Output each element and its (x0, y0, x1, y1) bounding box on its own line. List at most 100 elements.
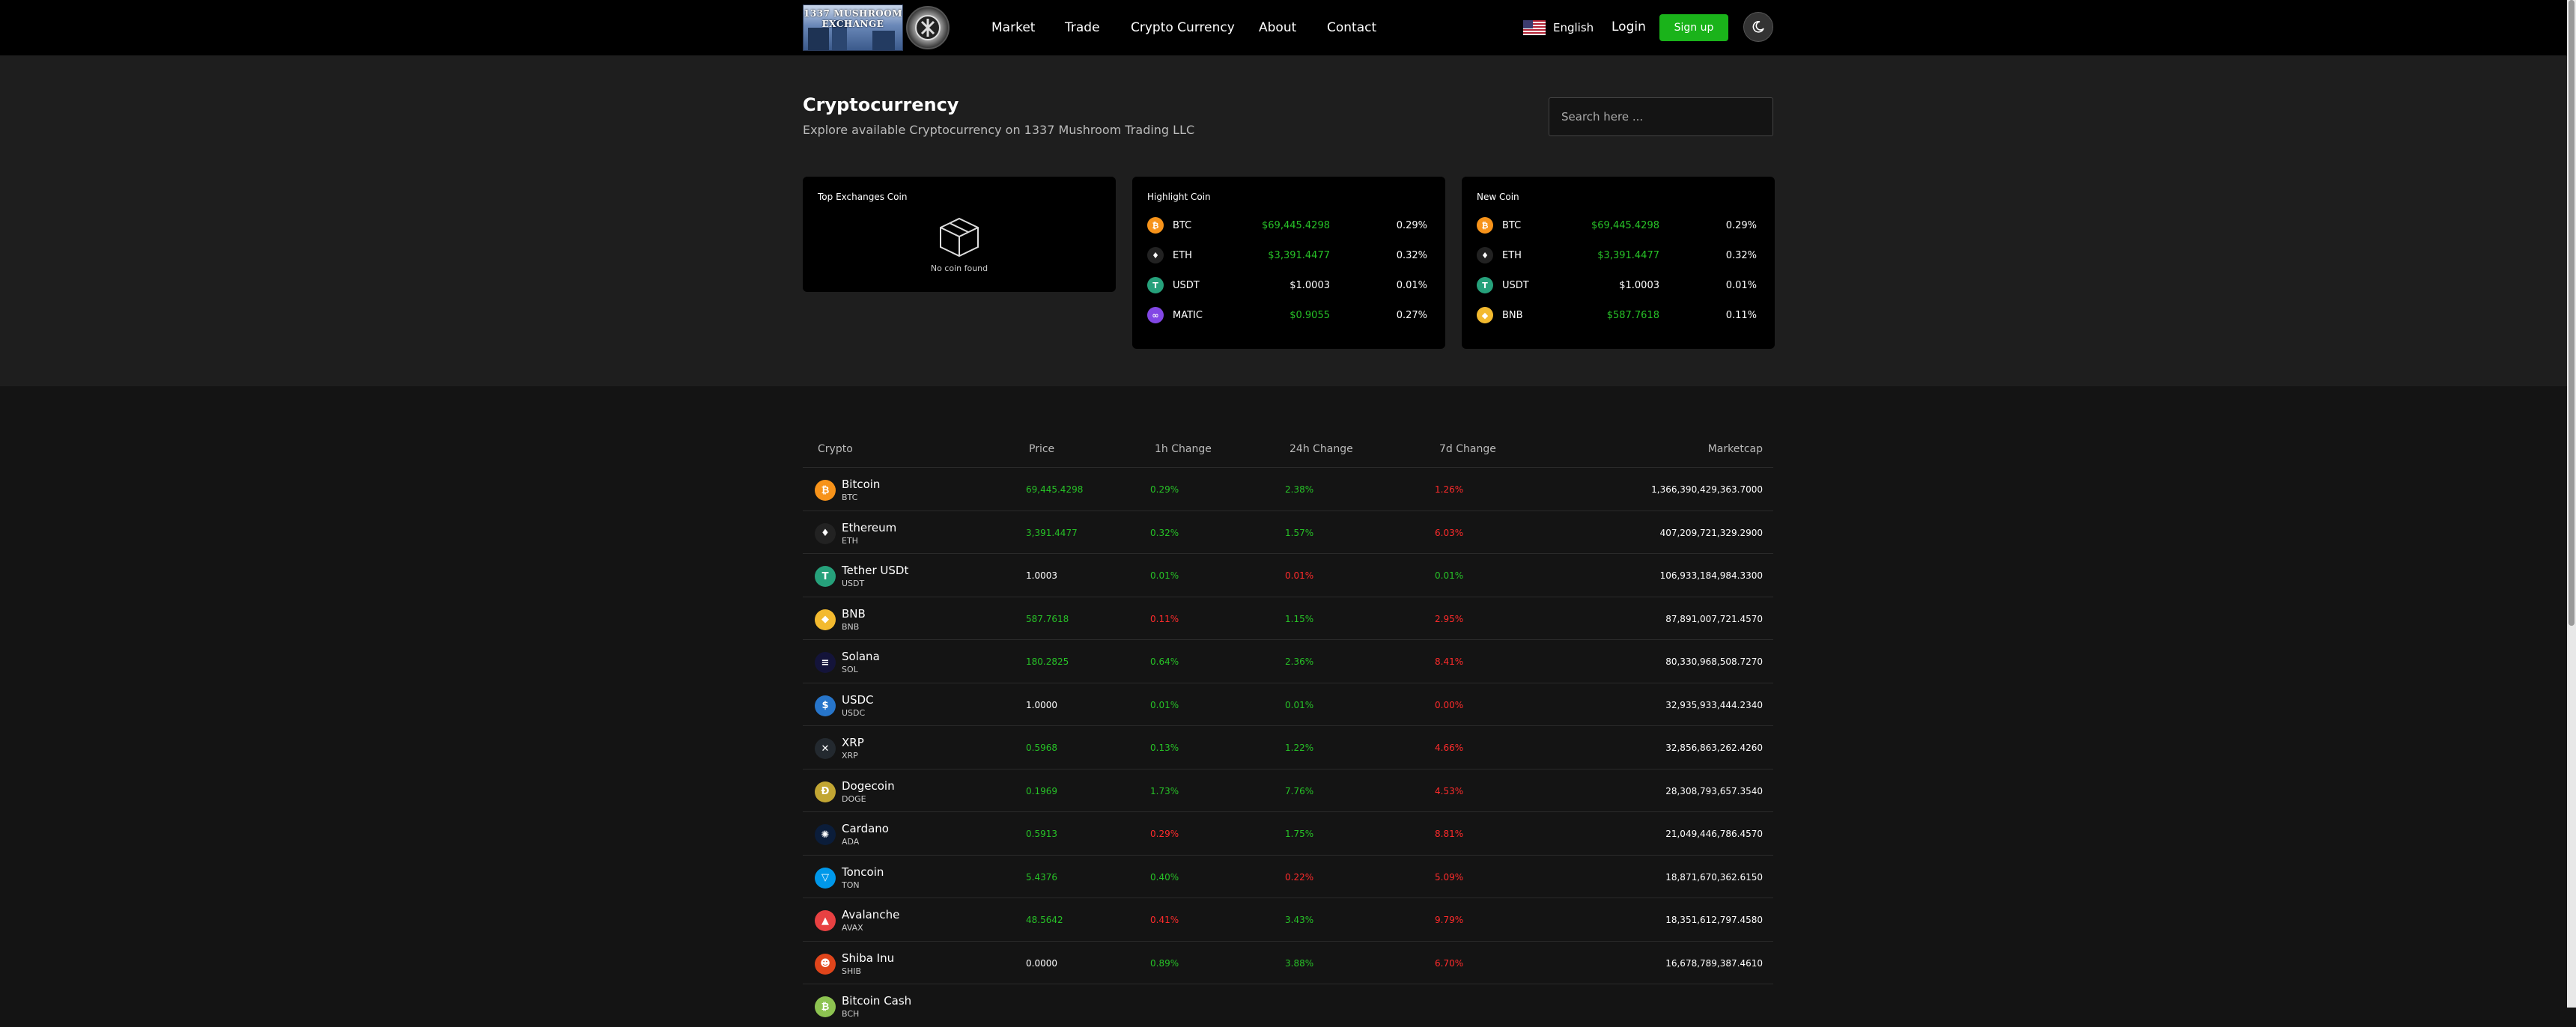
coin-row[interactable]: T USDT $1.0003 0.01% (1477, 275, 1757, 295)
col-24h-change[interactable]: 24h Change (1289, 443, 1353, 455)
nav-crypto-currency[interactable]: Crypto Currency (1131, 20, 1235, 35)
coin-name[interactable]: Bitcoin Cash (842, 994, 911, 1008)
marketcap-cell: 21,049,446,786.4570 (1665, 829, 1763, 839)
coin-icon: ▲ (815, 910, 836, 931)
coin-row[interactable]: ♦ ETH $3,391.4477 0.32% (1477, 246, 1757, 265)
logo-text: 1337 MUSHROOM EXCHANGE (804, 8, 902, 29)
coin-row[interactable]: ₿ BTC $69,445.4298 0.29% (1147, 216, 1427, 235)
change-7d-cell: 8.81% (1435, 829, 1464, 839)
coin-symbol: USDC (842, 707, 866, 718)
coin-icon: $ (815, 695, 836, 716)
coin-row[interactable]: ₿ BTC $69,445.4298 0.29% (1477, 216, 1757, 235)
coin-symbol: BTC (1173, 219, 1192, 231)
table-row[interactable]: Ð Dogecoin DOGE 0.1969 1.73% 7.76% 4.53% 28,308… (803, 768, 1773, 812)
coin-symbol: USDT (842, 579, 865, 588)
coin-symbol: ETH (1173, 249, 1192, 261)
coin-name[interactable]: USDC (842, 693, 874, 707)
coin-change: 0.32% (1396, 249, 1427, 261)
change-1h-cell: 0.40% (1150, 871, 1179, 883)
signup-button[interactable]: Sign up (1659, 14, 1728, 41)
table-row[interactable]: ▲ Avalanche AVAX 48.5642 0.41% 3.43% 9.79% 18,3… (803, 898, 1773, 941)
change-7d-cell: 0.01% (1435, 570, 1464, 581)
col-price[interactable]: Price (1029, 443, 1054, 455)
table-row[interactable]: ▽ Toncoin TON 5.4376 0.40% 0.22% 5.09% 18,871,6… (803, 854, 1773, 898)
coin-price: $587.7618 (1606, 309, 1659, 321)
coin-row[interactable]: ∞ MATIC $0.9055 0.27% (1147, 305, 1427, 325)
coin-name[interactable]: Avalanche (842, 908, 899, 921)
coin-row[interactable]: T USDT $1.0003 0.01% (1147, 275, 1427, 295)
coin-name[interactable]: Solana (842, 650, 880, 663)
theme-toggle-button[interactable] (1743, 12, 1773, 42)
coin-price: $0.9055 (1289, 309, 1330, 321)
price-cell: 587.7618 (1026, 613, 1069, 624)
table-row[interactable]: ✕ XRP XRP 0.5968 0.13% 1.22% 4.66% 32,856,863,2… (803, 725, 1773, 769)
table-row[interactable]: ☻ Shiba Inu SHIB 0.0000 0.89% 3.88% 6.70% 16,67… (803, 940, 1773, 984)
coin-change: 0.29% (1396, 219, 1427, 231)
price-cell: 0.0000 (1026, 957, 1057, 969)
col-1h-change[interactable]: 1h Change (1155, 443, 1212, 455)
coin-price: $3,391.4477 (1597, 249, 1659, 261)
site-logo[interactable]: 1337 MUSHROOM EXCHANGE (803, 4, 903, 51)
coin-icon: ₿ (815, 996, 836, 1017)
change-7d-cell: 4.66% (1435, 743, 1464, 753)
col-7d-change[interactable]: 7d Change (1439, 443, 1496, 455)
coin-change: 0.01% (1396, 279, 1427, 291)
seal-logo-icon (906, 6, 950, 49)
language-selector[interactable]: English (1523, 20, 1594, 35)
change-7d-cell: 6.03% (1435, 527, 1464, 538)
col-crypto[interactable]: Crypto (818, 443, 853, 455)
coin-icon: ₿ (1147, 217, 1164, 234)
nav-contact[interactable]: Contact (1327, 20, 1376, 35)
coin-name[interactable]: Tether USDt (842, 564, 908, 577)
coin-row[interactable]: ♦ ETH $3,391.4477 0.32% (1147, 246, 1427, 265)
change-1h-cell: 0.89% (1150, 957, 1179, 969)
coin-symbol: BNB (1502, 309, 1523, 321)
coin-name[interactable]: Ethereum (842, 521, 896, 534)
coin-name[interactable]: XRP (842, 736, 864, 749)
table-row[interactable]: ◆ BNB BNB 587.7618 0.11% 1.15% 2.95% 87,891,007… (803, 596, 1773, 640)
coin-icon: T (1477, 277, 1493, 293)
nav-market[interactable]: Market (991, 20, 1035, 35)
coin-symbol: BTC (842, 493, 858, 502)
coin-name[interactable]: Dogecoin (842, 779, 895, 793)
marketcap-cell: 16,678,789,387.4610 (1665, 957, 1763, 969)
table-row[interactable]: ≡ Solana SOL 180.2825 0.64% 2.36% 8.41% 80,330,… (803, 639, 1773, 683)
table-row[interactable]: ₿ Bitcoin BTC 69,445.4298 0.29% 2.38% 1.26% 1,3… (803, 467, 1773, 511)
price-cell: 1.0003 (1026, 570, 1057, 581)
table-row[interactable]: ₿ Bitcoin Cash BCH (803, 984, 1773, 1027)
nav-trade[interactable]: Trade (1065, 20, 1100, 35)
coin-name[interactable]: Bitcoin (842, 478, 880, 491)
coin-name[interactable]: Cardano (842, 822, 889, 835)
empty-message: No coin found (930, 263, 988, 273)
search-input[interactable] (1549, 97, 1773, 136)
change-24h-cell: 2.36% (1285, 656, 1314, 667)
change-7d-cell: 4.53% (1435, 785, 1464, 796)
coin-name[interactable]: Shiba Inu (842, 951, 894, 965)
table-row[interactable]: T Tether USDt USDT 1.0003 0.01% 0.01% 0.01% 106… (803, 553, 1773, 597)
coin-icon: ✺ (815, 824, 836, 845)
page-scrollbar[interactable] (2567, 0, 2576, 1008)
col-marketcap[interactable]: Marketcap (1708, 443, 1763, 455)
coin-name[interactable]: BNB (842, 607, 866, 621)
new-coin-card: New Coin ₿ BTC $69,445.4298 0.29% ♦ ETH $3,391… (1462, 177, 1775, 349)
table-row[interactable]: ✺ Cardano ADA 0.5913 0.29% 1.75% 8.81% 21,049,4… (803, 811, 1773, 855)
coin-change: 0.32% (1725, 249, 1757, 261)
table-row[interactable]: $ USDC USDC 1.0000 0.01% 0.01% 0.00% 32,935,933… (803, 682, 1773, 726)
coin-name[interactable]: Toncoin (842, 865, 884, 879)
top-exchanges-card: Top Exchanges Coin No coin found (803, 177, 1116, 292)
change-1h-cell: 0.13% (1150, 743, 1179, 753)
nav-about[interactable]: About (1259, 20, 1296, 35)
change-24h-cell: 3.43% (1285, 915, 1314, 925)
marketcap-cell: 18,871,670,362.6150 (1665, 871, 1763, 883)
login-link[interactable]: Login (1611, 19, 1646, 34)
change-1h-cell: 0.11% (1150, 613, 1179, 624)
scrollbar-thumb[interactable] (2569, 0, 2575, 626)
table-row[interactable]: ♦ Ethereum ETH 3,391.4477 0.32% 1.57% 6.03% 407… (803, 510, 1773, 554)
price-cell: 3,391.4477 (1026, 527, 1078, 538)
coin-row[interactable]: ◆ BNB $587.7618 0.11% (1477, 305, 1757, 325)
change-7d-cell: 1.26% (1435, 484, 1464, 495)
change-24h-cell: 1.15% (1285, 613, 1314, 624)
marketcap-cell: 32,935,933,444.2340 (1665, 699, 1763, 710)
card-title: Top Exchanges Coin (818, 192, 908, 202)
change-7d-cell: 0.00% (1435, 699, 1464, 710)
